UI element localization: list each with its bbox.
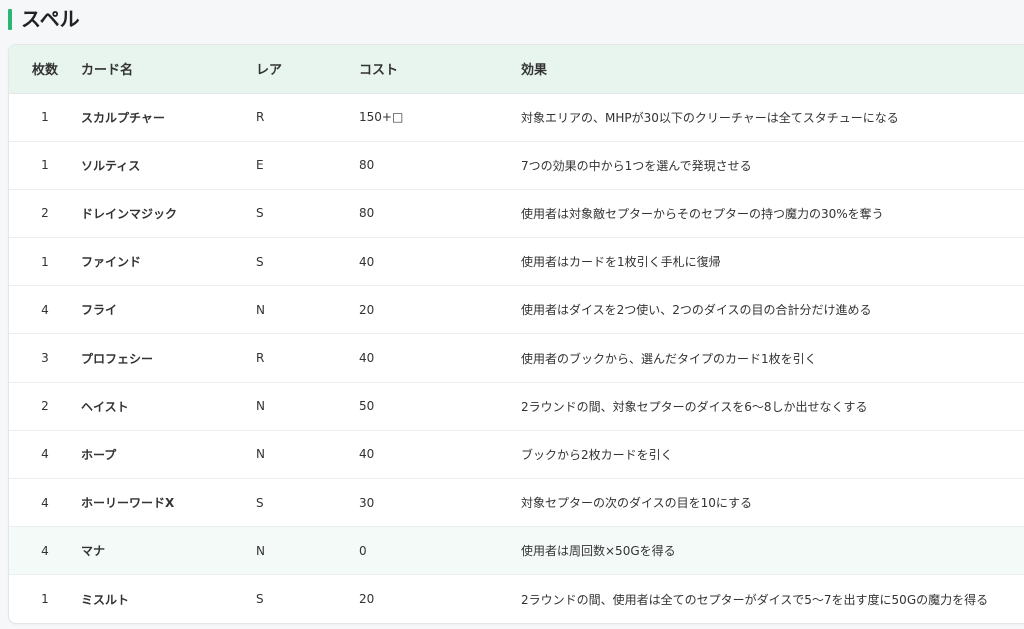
cell-rarity: N: [256, 302, 265, 317]
cell-rarity: R: [256, 110, 265, 125]
cell-rarity: S: [256, 254, 264, 269]
cell-count: 1: [41, 592, 49, 607]
cell-cost: 150+□: [359, 110, 404, 125]
cell-name: マナ: [81, 544, 106, 559]
cell-effect: 使用者は対象敵セプターからそのセプターの持つ魔力の30%を奪う: [521, 206, 884, 221]
cell-name: ドレインマジック: [81, 206, 178, 221]
cell-rarity: N: [256, 447, 265, 462]
cell-count: 1: [41, 254, 49, 269]
table-row: 1 ミスルト S 20 2ラウンドの間、使用者は全てのセプターがダイスで5～7を…: [9, 575, 1024, 623]
cell-effect: 使用者のブックから、選んだタイプのカード1枚を引く: [521, 351, 817, 366]
cell-rarity: S: [256, 592, 264, 607]
cell-cost: 30: [359, 495, 375, 510]
cell-name: ソルティス: [81, 158, 141, 173]
cell-name: フライ: [81, 303, 118, 318]
cell-name: ホーリーワードX: [81, 496, 175, 511]
cell-effect: 対象エリアの、MHPが30以下のクリーチャーは全てスタチューになる: [521, 110, 899, 125]
cell-count: 4: [41, 302, 49, 317]
cell-rarity: E: [256, 158, 264, 173]
section-header: スペル: [0, 0, 1024, 40]
cell-effect: 対象セプターの次のダイスの目を10にする: [521, 496, 753, 511]
cell-name: ミスルト: [81, 592, 130, 607]
header-rarity: レア: [256, 45, 359, 94]
cell-cost: 40: [359, 254, 375, 269]
cell-rarity: N: [256, 399, 265, 414]
cell-effect: 使用者はカードを1枚引く手札に復帰: [521, 255, 721, 270]
cell-cost: 20: [359, 302, 375, 317]
table-row: 4 ホーリーワードX S 30 対象セプターの次のダイスの目を10にする: [9, 479, 1024, 527]
table-row: 3 プロフェシー R 40 使用者のブックから、選んだタイプのカード1枚を引く: [9, 334, 1024, 383]
cell-name: プロフェシー: [81, 351, 154, 366]
spell-table: 枚数 カード名 レア コスト 効果 1 スカルプチャー R 150+□ 対象エリ…: [9, 45, 1024, 623]
cell-count: 3: [41, 351, 49, 366]
cell-name: ホープ: [81, 447, 117, 462]
table-row: 4 フライ N 20 使用者はダイスを2つ使い、2つのダイスの目の合計分だけ進め…: [9, 286, 1024, 334]
cell-count: 2: [41, 399, 49, 414]
header-count: 枚数: [9, 45, 81, 94]
table-row: 1 ファインド S 40 使用者はカードを1枚引く手札に復帰: [9, 238, 1024, 286]
table-row: 4 マナ N 0 使用者は周回数×50Gを得る: [9, 526, 1024, 575]
cell-count: 1: [41, 158, 49, 173]
cell-count: 1: [41, 110, 49, 125]
table-row: 4 ホープ N 40 ブックから2枚カードを引く: [9, 430, 1024, 479]
section-accent-bar: [8, 9, 12, 30]
cell-cost: 80: [359, 158, 375, 173]
cell-name: ファインド: [81, 255, 142, 270]
cell-effect: 2ラウンドの間、対象セプターのダイスを6～8しか出せなくする: [521, 399, 868, 414]
table-header-row: 枚数 カード名 レア コスト 効果: [9, 45, 1024, 94]
cell-rarity: R: [256, 351, 265, 366]
table-row: 2 ヘイスト N 50 2ラウンドの間、対象セプターのダイスを6～8しか出せなく…: [9, 382, 1024, 431]
table-row: 1 ソルティス E 80 7つの効果の中から1つを選んで発現させる: [9, 141, 1024, 190]
cell-effect: 2ラウンドの間、使用者は全てのセプターがダイスで5～7を出す度に50Gの魔力を得…: [521, 592, 989, 607]
section-title: スペル: [21, 7, 80, 31]
table-row: 2 ドレインマジック S 80 使用者は対象敵セプターからそのセプターの持つ魔力…: [9, 189, 1024, 238]
cell-cost: 80: [359, 206, 375, 221]
cell-count: 4: [41, 447, 49, 462]
cell-count: 2: [41, 206, 49, 221]
cell-cost: 40: [359, 447, 375, 462]
header-cost: コスト: [359, 45, 521, 94]
cell-cost: 0: [359, 543, 367, 558]
cell-cost: 50: [359, 399, 375, 414]
table-row: 1 スカルプチャー R 150+□ 対象エリアの、MHPが30以下のクリーチャー…: [9, 93, 1024, 142]
cell-effect: 7つの効果の中から1つを選んで発現させる: [521, 158, 752, 173]
cell-rarity: S: [256, 206, 264, 221]
cell-name: スカルプチャー: [81, 110, 165, 125]
cell-cost: 20: [359, 592, 375, 607]
spell-table-card: 枚数 カード名 レア コスト 効果 1 スカルプチャー R 150+□ 対象エリ…: [8, 44, 1024, 624]
cell-effect: ブックから2枚カードを引く: [521, 447, 673, 462]
header-name: カード名: [81, 45, 256, 94]
cell-count: 4: [41, 543, 49, 558]
cell-count: 4: [41, 495, 49, 510]
header-effect: 効果: [521, 45, 1024, 94]
cell-rarity: S: [256, 495, 264, 510]
cell-rarity: N: [256, 543, 265, 558]
cell-cost: 40: [359, 351, 375, 366]
cell-effect: 使用者は周回数×50Gを得る: [521, 544, 676, 559]
cell-name: ヘイスト: [81, 399, 129, 414]
cell-effect: 使用者はダイスを2つ使い、2つのダイスの目の合計分だけ進める: [521, 303, 872, 318]
